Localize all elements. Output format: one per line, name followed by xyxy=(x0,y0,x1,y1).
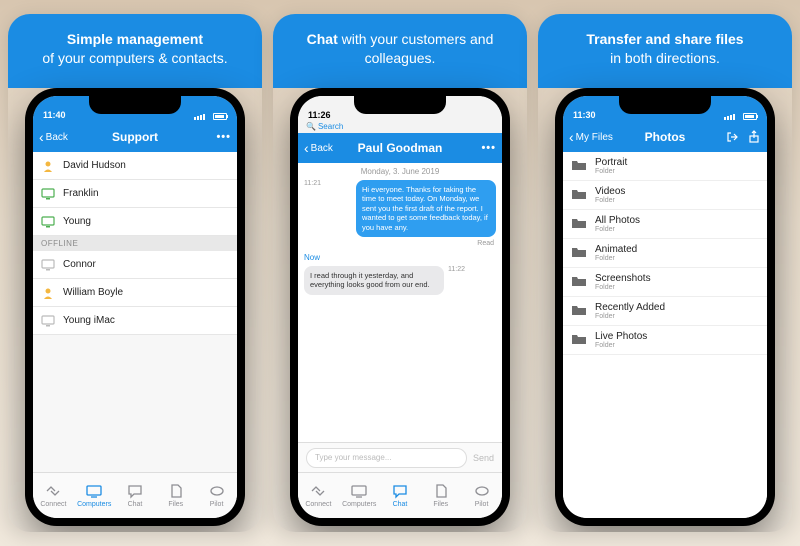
user-icon xyxy=(41,287,55,299)
folder-icon xyxy=(571,274,587,290)
chat-thread: Monday, 3. June 2019 11:21 Hi everyone. … xyxy=(298,163,502,442)
battery-icon xyxy=(743,113,757,120)
connect-icon xyxy=(44,483,62,499)
message-input[interactable]: Type your message... xyxy=(306,448,467,468)
computers-icon xyxy=(350,483,368,499)
tab-connect[interactable]: Connect xyxy=(298,473,339,518)
read-receipt: Read xyxy=(298,239,502,251)
tab-files[interactable]: Files xyxy=(420,473,461,518)
signal-icon xyxy=(194,114,205,120)
promo-panel-3: Transfer and share files in both directi… xyxy=(538,14,792,532)
list-item[interactable]: Young xyxy=(33,208,237,236)
tab-files[interactable]: Files xyxy=(155,473,196,518)
back-button[interactable]: ‹ My Files xyxy=(569,130,613,144)
list-item[interactable]: AnimatedFolder xyxy=(563,239,767,268)
system-search-return[interactable]: 🔍Search xyxy=(298,122,502,133)
computer-icon xyxy=(41,188,55,200)
chat-icon xyxy=(126,483,144,499)
list-item[interactable]: All PhotosFolder xyxy=(563,210,767,239)
tab-bar: Connect Computers Chat Files Pilot xyxy=(33,472,237,518)
files-icon xyxy=(167,483,185,499)
banner-2: Chat with your customers and colleagues. xyxy=(273,14,527,88)
clock: 11:26 xyxy=(308,110,331,120)
tab-chat[interactable]: Chat xyxy=(115,473,156,518)
connect-icon xyxy=(309,483,327,499)
folder-icon xyxy=(571,332,587,348)
message-outgoing: Hi everyone. Thanks for taking the time … xyxy=(356,180,496,237)
pilot-icon xyxy=(473,483,491,499)
clock: 11:30 xyxy=(573,110,596,120)
folder-icon xyxy=(571,245,587,261)
more-icon[interactable]: ••• xyxy=(216,131,231,143)
msg-time: 11:21 xyxy=(304,180,322,187)
tab-bar: Connect Computers Chat Files Pilot xyxy=(298,472,502,518)
back-button[interactable]: ‹ Back xyxy=(39,130,68,144)
list-item[interactable]: William Boyle xyxy=(33,279,237,307)
signal-icon xyxy=(724,114,735,120)
nav-bar: ‹ Back Paul Goodman ••• xyxy=(298,133,502,163)
list-item[interactable]: PortraitFolder xyxy=(563,152,767,181)
message-incoming: I read through it yesterday, and everyth… xyxy=(304,266,444,295)
folder-icon xyxy=(571,303,587,319)
send-button[interactable]: Send xyxy=(473,453,494,463)
back-button[interactable]: ‹ Back xyxy=(304,141,333,155)
phone-frame-2: 11:26 🔍Search ‹ Back Paul Goodman ••• Mo… xyxy=(290,88,510,526)
chat-icon xyxy=(391,483,409,499)
phone-frame-1: 11:40 ‹ Back Support ••• xyxy=(25,88,245,526)
computers-icon xyxy=(85,483,103,499)
chat-input-bar: Type your message... Send xyxy=(298,442,502,472)
list-item[interactable]: David Hudson xyxy=(33,152,237,180)
contacts-list: David Hudson Franklin Young OFFLINE Conn… xyxy=(33,152,237,472)
phone-frame-3: 11:30 ‹ My Files Photos PortraitFolder xyxy=(555,88,775,526)
tab-chat[interactable]: Chat xyxy=(380,473,421,518)
chevron-left-icon: ‹ xyxy=(304,141,309,155)
tab-pilot[interactable]: Pilot xyxy=(461,473,502,518)
folder-icon xyxy=(571,158,587,174)
search-icon: 🔍 xyxy=(306,122,316,131)
tab-computers[interactable]: Computers xyxy=(339,473,380,518)
computer-icon xyxy=(41,259,55,271)
logout-icon[interactable] xyxy=(725,130,739,144)
list-item[interactable]: Franklin xyxy=(33,180,237,208)
chat-date: Monday, 3. June 2019 xyxy=(298,163,502,178)
list-item[interactable]: ScreenshotsFolder xyxy=(563,268,767,297)
files-list: PortraitFolder VideosFolder All PhotosFo… xyxy=(563,152,767,518)
banner-3: Transfer and share files in both directi… xyxy=(538,14,792,88)
chevron-left-icon: ‹ xyxy=(569,130,574,144)
share-icon[interactable] xyxy=(747,130,761,144)
battery-icon xyxy=(213,113,227,120)
list-item[interactable]: VideosFolder xyxy=(563,181,767,210)
folder-icon xyxy=(571,216,587,232)
notch xyxy=(354,96,446,114)
tab-computers[interactable]: Computers xyxy=(74,473,115,518)
tab-connect[interactable]: Connect xyxy=(33,473,74,518)
list-item[interactable]: Young iMac xyxy=(33,307,237,335)
banner-1: Simple management of your computers & co… xyxy=(8,14,262,88)
user-icon xyxy=(41,160,55,172)
chevron-left-icon: ‹ xyxy=(39,130,44,144)
more-icon[interactable]: ••• xyxy=(481,142,496,154)
clock: 11:40 xyxy=(43,110,66,120)
pilot-icon xyxy=(208,483,226,499)
nav-bar: ‹ Back Support ••• xyxy=(33,122,237,152)
promo-panel-1: Simple management of your computers & co… xyxy=(8,14,262,532)
nav-bar: ‹ My Files Photos xyxy=(563,122,767,152)
folder-icon xyxy=(571,187,587,203)
computer-icon xyxy=(41,315,55,327)
notch xyxy=(89,96,181,114)
now-label: Now xyxy=(298,251,502,264)
list-item[interactable]: Recently AddedFolder xyxy=(563,297,767,326)
promo-panel-2: Chat with your customers and colleagues.… xyxy=(273,14,527,532)
list-item[interactable]: Live PhotosFolder xyxy=(563,326,767,355)
tab-pilot[interactable]: Pilot xyxy=(196,473,237,518)
files-icon xyxy=(432,483,450,499)
section-header-offline: OFFLINE xyxy=(33,236,237,251)
computer-icon xyxy=(41,216,55,228)
notch xyxy=(619,96,711,114)
msg-time: 11:22 xyxy=(448,266,465,273)
list-item[interactable]: Connor xyxy=(33,251,237,279)
